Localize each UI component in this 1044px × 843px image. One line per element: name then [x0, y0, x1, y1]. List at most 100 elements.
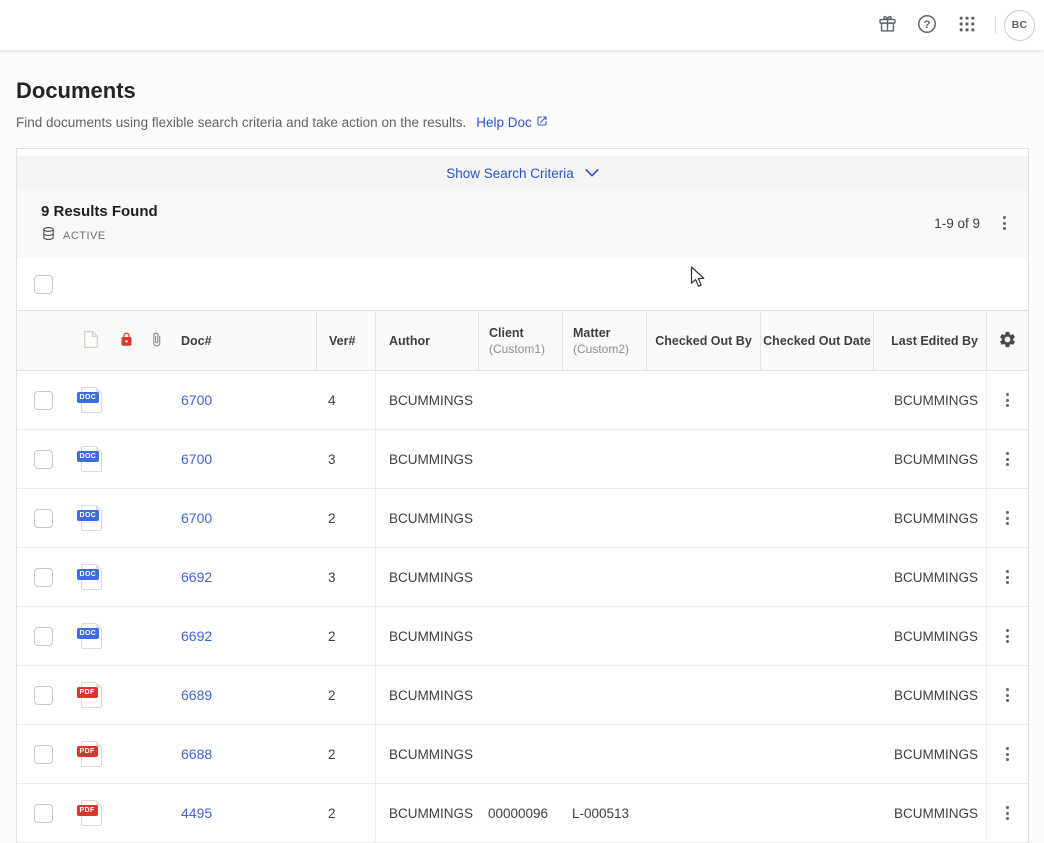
row-actions-button[interactable] — [994, 504, 1022, 532]
row-checkbox[interactable] — [34, 391, 53, 410]
client-cell — [478, 725, 562, 783]
row-actions-button[interactable] — [994, 622, 1022, 650]
checked-out-date-cell — [760, 666, 873, 724]
row-checkbox[interactable] — [34, 745, 53, 764]
gift-icon — [877, 13, 898, 37]
row-checkbox[interactable] — [34, 509, 53, 528]
checked-out-column-header[interactable] — [111, 311, 141, 370]
table-row: DOC 6692 3 BCUMMINGS BCUMMINGS — [17, 548, 1028, 607]
matter-cell — [562, 489, 646, 547]
checked-out-date-cell — [760, 371, 873, 429]
whats-new-button[interactable] — [867, 5, 907, 45]
table-row: PDF 6689 2 BCUMMINGS BCUMMINGS — [17, 666, 1028, 725]
apps-grid-icon — [957, 14, 977, 37]
last-edited-by-cell: BCUMMINGS — [873, 725, 986, 783]
column-header-author[interactable]: Author — [375, 311, 478, 370]
column-header-version[interactable]: Ver# — [316, 311, 375, 370]
doc-number-link[interactable]: 6692 — [181, 569, 212, 585]
file-type-icon: DOC — [81, 564, 102, 590]
column-header-client[interactable]: Client (Custom1) — [478, 311, 562, 370]
select-all-checkbox[interactable] — [34, 275, 53, 294]
row-actions-button[interactable] — [994, 386, 1022, 414]
row-actions-button[interactable] — [994, 445, 1022, 473]
matter-cell — [562, 548, 646, 606]
row-checkbox[interactable] — [34, 627, 53, 646]
doc-number-link[interactable]: 4495 — [181, 805, 212, 821]
last-edited-by-cell: BCUMMINGS — [873, 548, 986, 606]
version-cell: 2 — [316, 725, 375, 783]
version-cell: 2 — [316, 489, 375, 547]
page-title: Documents — [16, 76, 1028, 106]
help-doc-link[interactable]: Help Doc — [476, 113, 548, 132]
column-settings-button[interactable] — [998, 330, 1017, 352]
lock-cell — [111, 430, 141, 488]
row-actions-button[interactable] — [994, 740, 1022, 768]
column-header-checked-out-by[interactable]: Checked Out By — [646, 311, 760, 370]
table-row: PDF 6688 2 BCUMMINGS BCUMMINGS — [17, 725, 1028, 784]
row-checkbox[interactable] — [34, 686, 53, 705]
last-edited-by-cell: BCUMMINGS — [873, 784, 986, 842]
help-button[interactable]: ? — [907, 5, 947, 45]
doc-number-link[interactable]: 6700 — [181, 510, 212, 526]
last-edited-by-cell: BCUMMINGS — [873, 607, 986, 665]
checked-out-by-cell — [646, 607, 760, 665]
lock-cell — [111, 371, 141, 429]
criteria-strip — [17, 149, 1028, 156]
row-checkbox[interactable] — [34, 804, 53, 823]
results-count: 9 Results Found — [41, 203, 158, 220]
row-checkbox[interactable] — [34, 568, 53, 587]
checked-out-date-cell — [760, 784, 873, 842]
column-header-doc-number[interactable]: Doc# — [171, 311, 316, 370]
author-cell: BCUMMINGS — [375, 489, 478, 547]
file-type-icon: PDF — [81, 800, 102, 826]
column-header-matter[interactable]: Matter (Custom2) — [562, 311, 646, 370]
results-actions-button[interactable] — [990, 209, 1018, 237]
last-edited-by-cell: BCUMMINGS — [873, 371, 986, 429]
checked-out-date-cell — [760, 725, 873, 783]
client-cell: 00000096 — [478, 784, 562, 842]
file-type-badge: DOC — [77, 510, 100, 521]
show-search-criteria-toggle[interactable]: Show Search Criteria — [17, 156, 1028, 191]
doc-number-link[interactable]: 6688 — [181, 746, 212, 762]
column-header-last-edited-by[interactable]: Last Edited By — [873, 311, 986, 370]
client-cell — [478, 489, 562, 547]
user-avatar[interactable]: BC — [1004, 10, 1035, 41]
gear-icon — [998, 330, 1017, 352]
database-icon — [41, 226, 56, 246]
client-cell — [478, 430, 562, 488]
matter-cell — [562, 725, 646, 783]
author-cell: BCUMMINGS — [375, 784, 478, 842]
file-type-badge: DOC — [77, 628, 100, 639]
topbar-divider — [995, 16, 996, 34]
checked-out-by-cell — [646, 548, 760, 606]
matter-cell — [562, 371, 646, 429]
matter-header-sublabel: (Custom2) — [573, 342, 629, 356]
lock-cell — [111, 489, 141, 547]
client-cell — [478, 371, 562, 429]
version-cell: 2 — [316, 607, 375, 665]
doc-number-link[interactable]: 6692 — [181, 628, 212, 644]
checked-out-by-cell — [646, 489, 760, 547]
doc-number-link[interactable]: 6700 — [181, 451, 212, 467]
document-icon — [83, 330, 99, 352]
lock-cell — [111, 666, 141, 724]
author-cell: BCUMMINGS — [375, 548, 478, 606]
file-type-icon: DOC — [81, 505, 102, 531]
row-actions-button[interactable] — [994, 681, 1022, 709]
file-type-column-header[interactable] — [71, 311, 111, 370]
doc-number-link[interactable]: 6700 — [181, 392, 212, 408]
row-actions-button[interactable] — [994, 799, 1022, 827]
file-type-badge: PDF — [77, 805, 98, 816]
scope-badge: ACTIVE — [63, 230, 106, 242]
checked-out-by-cell — [646, 430, 760, 488]
doc-number-link[interactable]: 6689 — [181, 687, 212, 703]
author-cell: BCUMMINGS — [375, 607, 478, 665]
attachment-cell — [141, 784, 171, 842]
column-header-checked-out-date[interactable]: Checked Out Date — [760, 311, 873, 370]
last-edited-by-cell: BCUMMINGS — [873, 666, 986, 724]
row-actions-button[interactable] — [994, 563, 1022, 591]
row-checkbox[interactable] — [34, 450, 53, 469]
attachment-column-header[interactable] — [141, 311, 171, 370]
app-switcher-button[interactable] — [947, 5, 987, 45]
checked-out-date-cell — [760, 430, 873, 488]
